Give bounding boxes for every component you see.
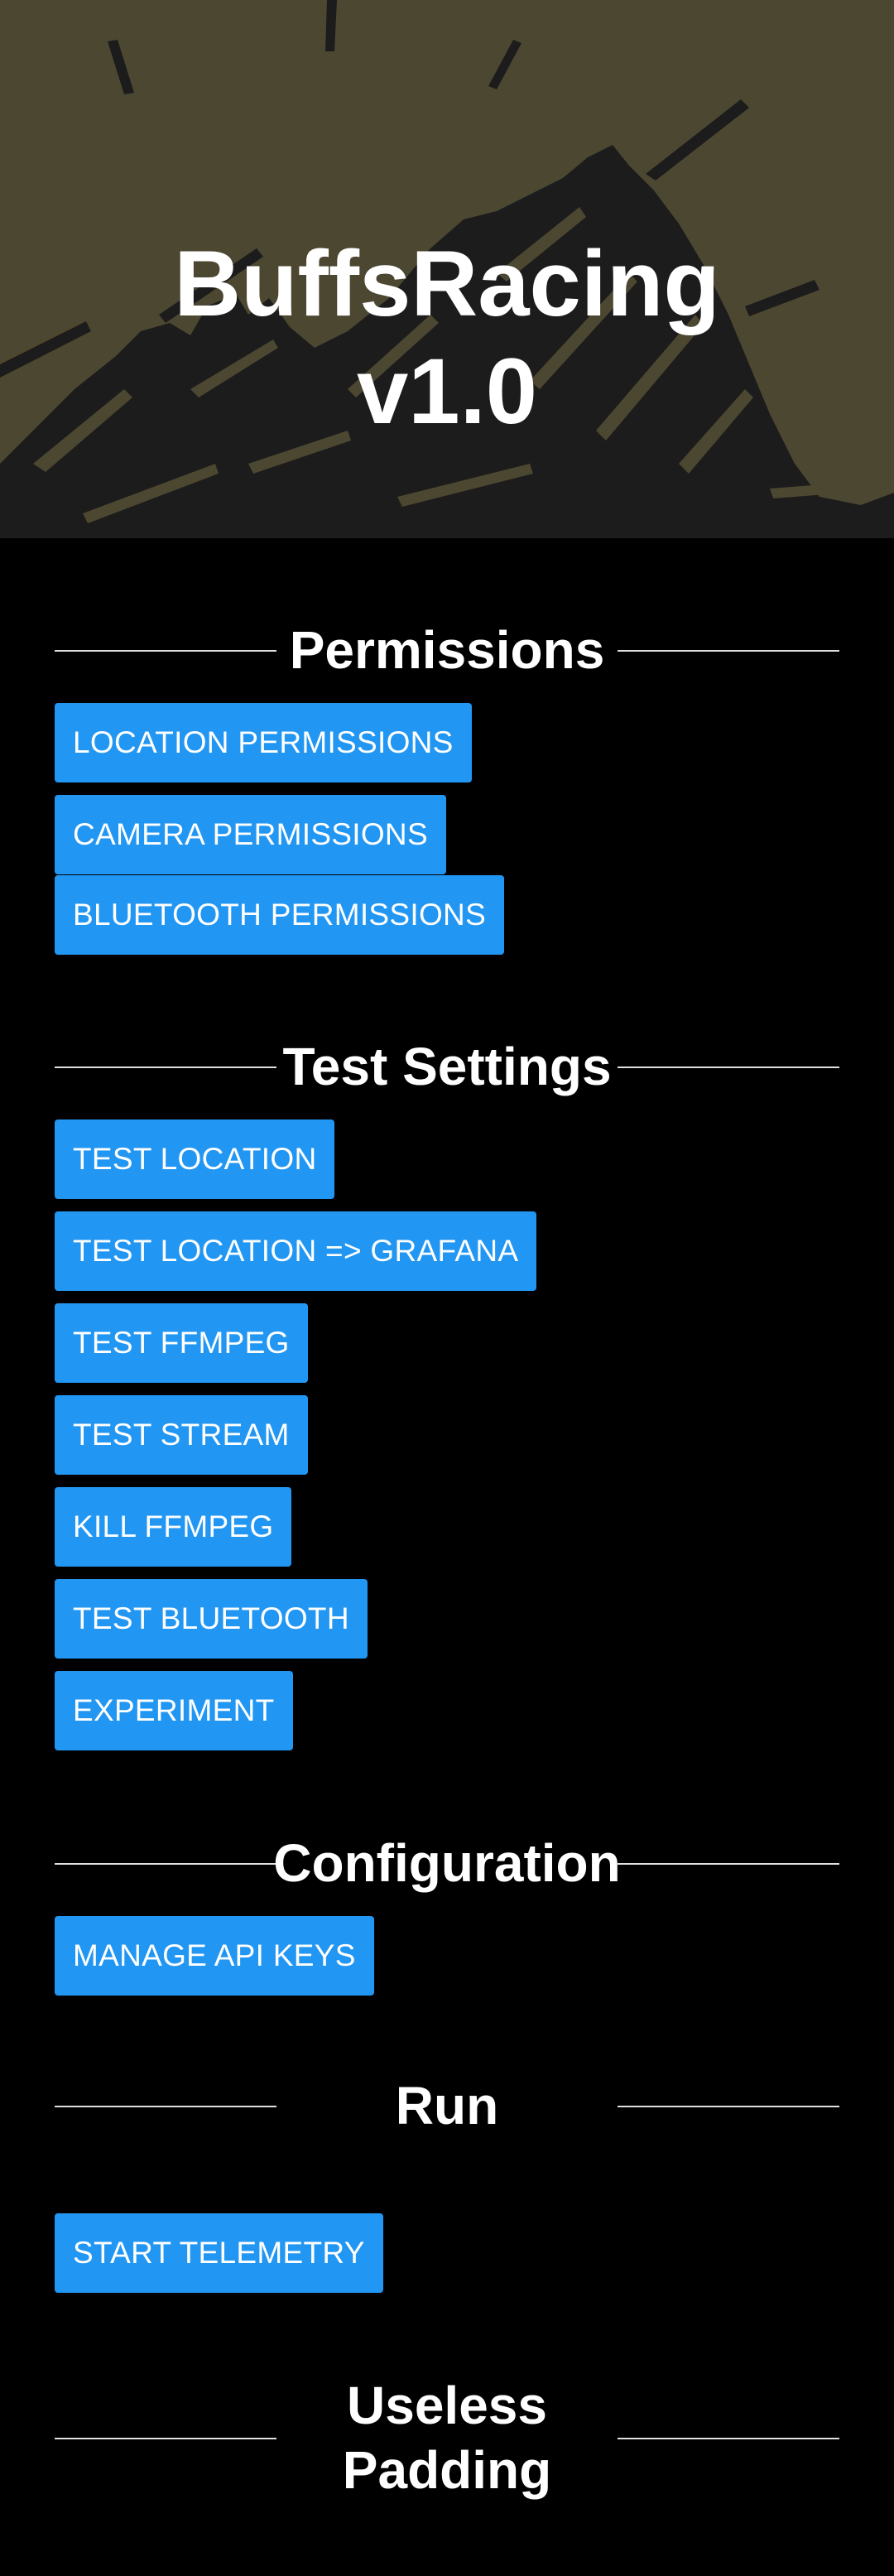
section-header-test-settings: Test Settings: [55, 1029, 839, 1104]
divider-right: [618, 650, 839, 652]
app-version: v1.0: [357, 339, 537, 443]
camera-permissions-button[interactable]: CAMERA PERMISSIONS: [55, 795, 446, 874]
manage-api-keys-button[interactable]: MANAGE API KEYS: [55, 1916, 374, 1996]
location-permissions-button[interactable]: LOCATION PERMISSIONS: [55, 703, 472, 782]
app-title-name: BuffsRacing: [174, 232, 720, 335]
section-header-useless-padding: Useless Padding: [55, 2371, 839, 2504]
test-location-grafana-button[interactable]: TEST LOCATION => GRAFANA: [55, 1211, 537, 1291]
bluetooth-permissions-button[interactable]: BLUETOOTH PERMISSIONS: [55, 875, 505, 955]
header-banner: BuffsRacing v1.0: [0, 0, 894, 538]
kill-ffmpeg-button[interactable]: KILL FFMPEG: [55, 1487, 292, 1567]
start-telemetry-button[interactable]: START TELEMETRY: [55, 2213, 383, 2293]
divider-right: [618, 1067, 839, 1068]
useless-padding-line1: Useless: [347, 2376, 547, 2435]
test-stream-button[interactable]: TEST STREAM: [55, 1395, 308, 1475]
divider-right: [618, 1863, 839, 1865]
section-header-run: Run: [55, 2068, 839, 2143]
test-bluetooth-button[interactable]: TEST BLUETOOTH: [55, 1579, 368, 1659]
experiment-button[interactable]: EXPERIMENT: [55, 1671, 293, 1750]
divider-right: [618, 2438, 839, 2439]
app-title: BuffsRacing v1.0: [0, 230, 894, 445]
test-ffmpeg-button[interactable]: TEST FFMPEG: [55, 1303, 308, 1383]
useless-padding-line2: Padding: [342, 2440, 552, 2500]
divider-right: [618, 2106, 839, 2107]
test-location-button[interactable]: TEST LOCATION: [55, 1119, 335, 1199]
section-header-permissions: Permissions: [55, 613, 839, 687]
section-header-configuration: Configuration: [55, 1826, 839, 1900]
